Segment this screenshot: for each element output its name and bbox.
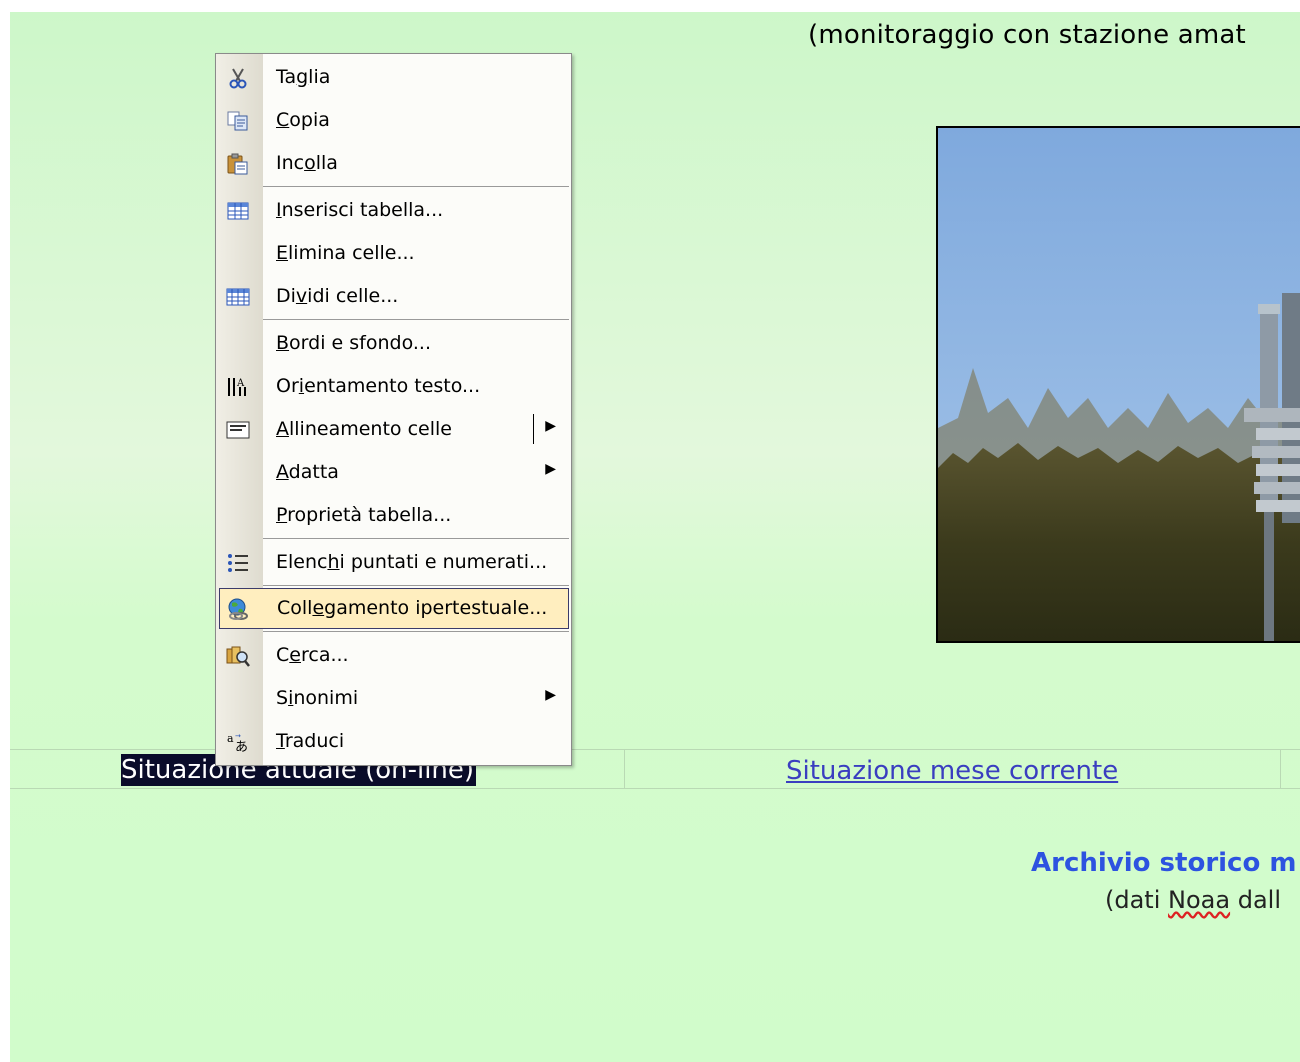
menu-item-label: Dividi celle... xyxy=(276,285,399,307)
menu-item-incolla[interactable]: Incolla xyxy=(217,143,570,184)
menu-item-proprieta-tabella[interactable]: Proprietà tabella... xyxy=(217,495,570,536)
menu-item-cerca[interactable]: Cerca... xyxy=(217,635,570,676)
menu-separator xyxy=(263,631,569,632)
table-border-top xyxy=(10,749,1300,750)
menu-item-label: Proprietà tabella... xyxy=(276,504,452,526)
menu-item-label: Inserisci tabella... xyxy=(276,199,444,221)
menu-item-taglia[interactable]: Taglia xyxy=(217,57,570,98)
menu-item-label: Elimina celle... xyxy=(276,242,415,264)
menu-item-label: Orientamento testo... xyxy=(276,375,481,397)
menu-item-dividi-celle[interactable]: Dividi celle... xyxy=(217,276,570,317)
table-border-bottom xyxy=(10,788,1300,789)
menu-item-label: Taglia xyxy=(276,66,331,88)
menu-separator xyxy=(263,585,569,586)
menu-item-copia[interactable]: Copia xyxy=(217,100,570,141)
menu-item-label: Adatta xyxy=(276,461,339,483)
context-menu: Taglia Copia Incolla Inserisci tabella..… xyxy=(215,53,572,766)
noaa-spellcheck-word: Noaa xyxy=(1168,886,1231,914)
menu-item-orientamento-testo[interactable]: A Orientamento testo... xyxy=(217,366,570,407)
archive-heading[interactable]: Archivio storico m xyxy=(1031,848,1296,878)
svg-text:→: → xyxy=(235,732,241,740)
archive-subtitle-prefix: (dati xyxy=(1105,886,1169,914)
text-direction-icon: A xyxy=(225,375,251,399)
menu-item-label: Sinonimi xyxy=(276,687,359,709)
menu-item-label: Copia xyxy=(276,109,330,131)
table-cell-divider xyxy=(1280,750,1281,788)
submenu-arrow-icon: ▶ xyxy=(545,461,556,477)
archive-subtitle-suffix: dall xyxy=(1230,886,1281,914)
submenu-arrow-icon: ▶ xyxy=(545,687,556,703)
hyperlink-globe-icon xyxy=(226,597,252,621)
menu-item-traduci[interactable]: a → あ Traduci xyxy=(217,721,570,762)
scissors-icon xyxy=(225,66,251,90)
translate-icon: a → あ xyxy=(225,730,251,754)
menu-item-label: Collegamento ipertestuale... xyxy=(277,597,548,619)
menu-item-inserisci-tabella[interactable]: Inserisci tabella... xyxy=(217,190,570,231)
research-icon xyxy=(225,644,251,668)
weather-station-photo xyxy=(936,126,1300,643)
menu-item-elenchi-puntati[interactable]: Elenchi puntati e numerati... xyxy=(217,542,570,583)
table-cell-divider xyxy=(624,750,625,788)
split-cells-icon xyxy=(225,285,251,309)
menu-item-label: Bordi e sfondo... xyxy=(276,332,431,354)
current-month-link[interactable]: Situazione mese corrente xyxy=(786,756,1118,786)
menu-item-label: Cerca... xyxy=(276,644,349,666)
cell-alignment-icon xyxy=(225,418,251,442)
menu-item-label: Incolla xyxy=(276,152,338,174)
copy-icon xyxy=(225,109,251,133)
menu-separator xyxy=(263,319,569,320)
menu-separator xyxy=(263,186,569,187)
menu-separator xyxy=(263,538,569,539)
submenu-split-divider xyxy=(533,414,534,444)
submenu-arrow-icon[interactable]: ▶ xyxy=(545,418,556,434)
menu-item-bordi-e-sfondo[interactable]: Bordi e sfondo... xyxy=(217,323,570,364)
menu-item-allineamento-celle[interactable]: Allineamento celle ▶ xyxy=(217,409,570,450)
menu-item-adatta[interactable]: Adatta ▶ xyxy=(217,452,570,493)
insert-table-icon xyxy=(225,199,251,223)
svg-text:a: a xyxy=(227,732,234,745)
menu-item-label: Allineamento celle xyxy=(276,418,452,440)
menu-item-collegamento-ipertestuale[interactable]: Collegamento ipertestuale... xyxy=(219,588,569,629)
bullets-icon xyxy=(225,551,251,575)
page-title: (monitoraggio con stazione amat xyxy=(808,20,1246,50)
menu-item-elimina-celle[interactable]: Elimina celle... xyxy=(217,233,570,274)
menu-item-label: Traduci xyxy=(276,730,345,752)
menu-item-label: Elenchi puntati e numerati... xyxy=(276,551,548,573)
archive-subtitle: (dati Noaa dall xyxy=(1105,886,1281,914)
svg-text:あ: あ xyxy=(235,740,248,753)
menu-item-sinonimi[interactable]: Sinonimi ▶ xyxy=(217,678,570,719)
paste-icon xyxy=(225,152,251,176)
